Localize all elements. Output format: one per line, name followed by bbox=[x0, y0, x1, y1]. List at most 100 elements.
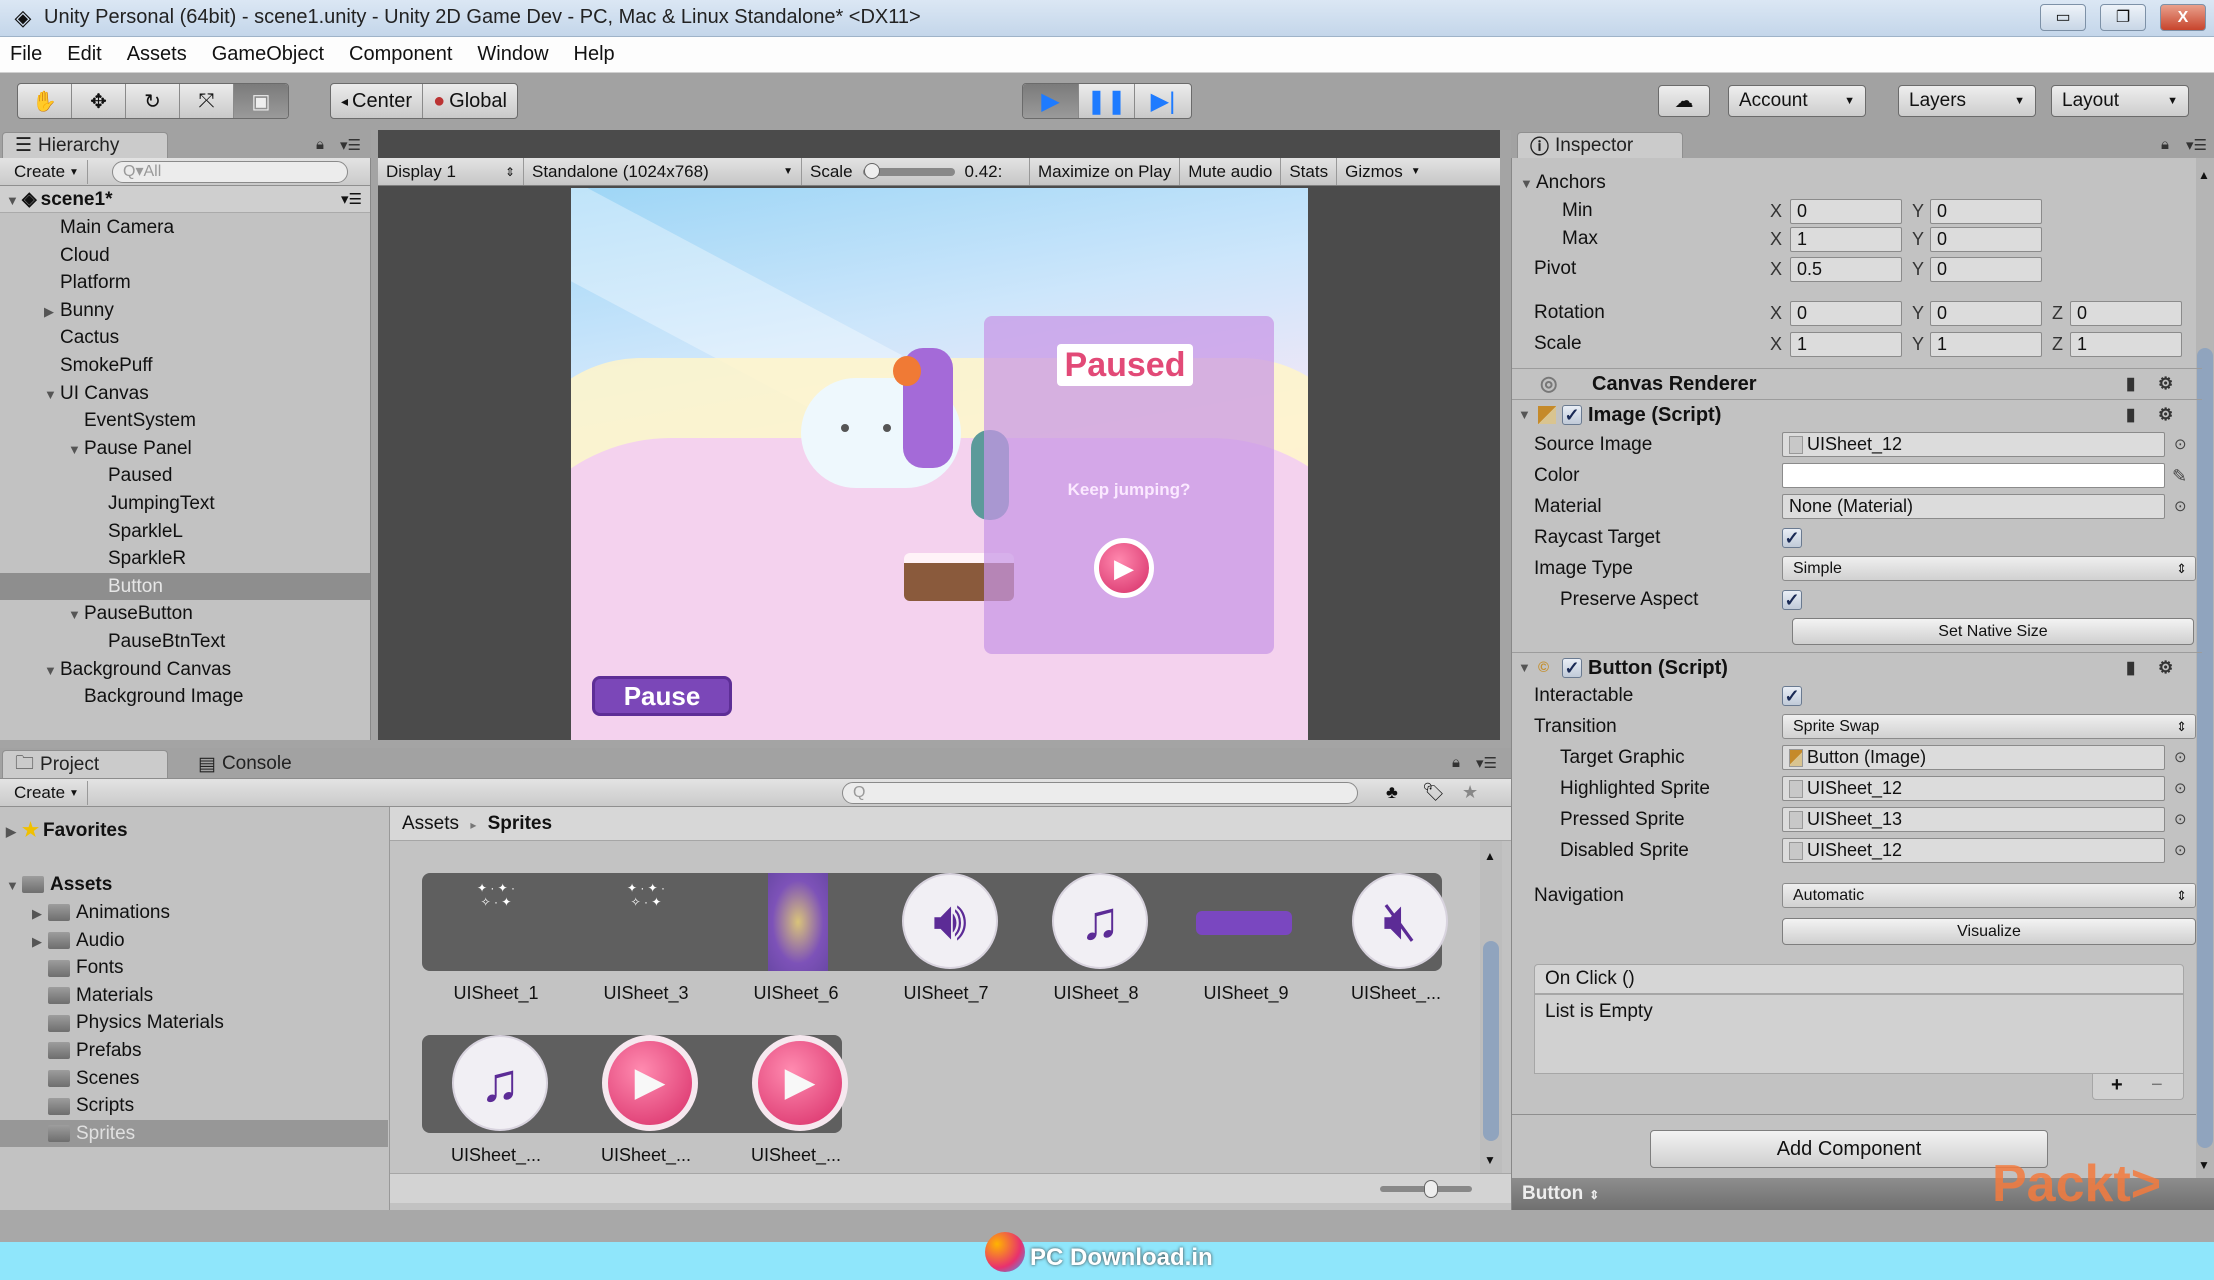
stats-toggle[interactable]: Stats bbox=[1281, 158, 1338, 185]
game-canvas[interactable]: Paused Keep jumping? ▶ Pause bbox=[571, 188, 1308, 740]
lock-icon[interactable]: 🔒︎ bbox=[1452, 754, 1460, 771]
scene-root[interactable]: ▼ ◈ scene1* ▾☰ bbox=[0, 186, 370, 213]
minimize-button[interactable]: ▭ bbox=[2040, 4, 2086, 31]
expand-arrow-icon[interactable]: ▼ bbox=[68, 601, 84, 628]
folder-item[interactable]: Sprites bbox=[0, 1119, 388, 1147]
anchor-max-x-field[interactable]: 1 bbox=[1790, 227, 1902, 252]
folder-item[interactable]: ▶ Audio bbox=[0, 927, 388, 954]
tab-inspector[interactable]: ⓘ Inspector bbox=[1517, 132, 1683, 158]
image-enabled-checkbox[interactable]: ✓ bbox=[1562, 405, 1582, 425]
hierarchy-item[interactable]: ▶ Bunny bbox=[0, 297, 370, 324]
filter-by-type-icon[interactable]: ♣ bbox=[1386, 782, 1398, 803]
object-picker-icon[interactable]: ⊙ bbox=[2174, 805, 2187, 835]
favorite-star-icon[interactable]: ★ bbox=[1462, 782, 1478, 803]
move-tool-icon[interactable]: ✥ bbox=[72, 84, 126, 118]
button-script-header[interactable]: ▼ © ✓ Button (Script) ▮ ⚙ bbox=[1512, 652, 2202, 682]
hand-tool-icon[interactable]: ✋ bbox=[18, 84, 72, 118]
source-image-field[interactable]: UISheet_12 bbox=[1782, 432, 2165, 457]
object-picker-icon[interactable]: ⊙ bbox=[2174, 743, 2187, 773]
project-create-button[interactable]: Create ▼ bbox=[6, 781, 88, 805]
button-enabled-checkbox[interactable]: ✓ bbox=[1562, 658, 1582, 678]
folder-item[interactable]: Physics Materials bbox=[0, 1009, 388, 1036]
object-picker-icon[interactable]: ⊙ bbox=[2174, 836, 2187, 866]
project-search-input[interactable]: Q bbox=[842, 782, 1358, 804]
scrollbar-thumb[interactable] bbox=[1483, 941, 1499, 1141]
hierarchy-item[interactable]: Background Image bbox=[0, 683, 370, 710]
scene-menu-icon[interactable]: ▾☰ bbox=[341, 186, 362, 213]
hierarchy-item[interactable]: ▼ PauseButton bbox=[0, 600, 370, 627]
scale-x-field[interactable]: 1 bbox=[1790, 332, 1902, 357]
folder-item[interactable]: Materials bbox=[0, 982, 388, 1009]
layers-dropdown[interactable]: Layers ▼ bbox=[1898, 85, 2036, 117]
expand-arrow-icon[interactable]: ▼ bbox=[44, 657, 60, 684]
folder-item[interactable]: Scenes bbox=[0, 1065, 388, 1092]
layout-dropdown[interactable]: Layout ▼ bbox=[2051, 85, 2189, 117]
pause-button[interactable]: ❚❚ bbox=[1079, 84, 1135, 118]
pivot-x-field[interactable]: 0.5 bbox=[1790, 257, 1902, 282]
step-button[interactable]: ▶| bbox=[1135, 84, 1191, 118]
anchor-max-y-field[interactable]: 0 bbox=[1930, 227, 2042, 252]
scale-y-field[interactable]: 1 bbox=[1930, 332, 2042, 357]
object-picker-icon[interactable]: ⊙ bbox=[2174, 492, 2187, 522]
icon-size-slider-handle[interactable] bbox=[1423, 1180, 1438, 1198]
disabled-sprite-field[interactable]: UISheet_12 bbox=[1782, 838, 2165, 863]
breadcrumb-sprites[interactable]: Sprites bbox=[488, 813, 552, 834]
hierarchy-item[interactable]: SparkleR bbox=[0, 545, 370, 572]
panel-menu-icon[interactable]: ▾☰ bbox=[2186, 136, 2207, 154]
hierarchy-item[interactable]: PauseBtnText bbox=[0, 628, 370, 655]
image-type-dropdown[interactable]: Simple ⇕ bbox=[1782, 556, 2196, 581]
material-field[interactable]: None (Material) bbox=[1782, 494, 2165, 519]
maximize-on-play-toggle[interactable]: Maximize on Play bbox=[1030, 158, 1181, 185]
hierarchy-item[interactable]: SmokePuff bbox=[0, 352, 370, 379]
rotation-x-field[interactable]: 0 bbox=[1790, 301, 1902, 326]
color-swatch[interactable] bbox=[1782, 463, 2165, 488]
menu-edit[interactable]: Edit bbox=[67, 43, 101, 66]
expand-arrow-icon[interactable]: ▼ bbox=[44, 381, 60, 408]
menu-assets[interactable]: Assets bbox=[127, 43, 187, 66]
favorites-row[interactable]: ▶ ★ Favorites bbox=[0, 817, 388, 844]
account-dropdown[interactable]: Account ▼ bbox=[1728, 85, 1866, 117]
hierarchy-item[interactable]: EventSystem bbox=[0, 407, 370, 434]
remove-event-button[interactable]: − bbox=[2151, 1074, 2163, 1097]
folder-item[interactable]: Prefabs bbox=[0, 1037, 388, 1064]
hierarchy-item[interactable]: ▼ UI Canvas bbox=[0, 380, 370, 407]
canvas-renderer-header[interactable]: ◎ Canvas Renderer ▮ ⚙ bbox=[1512, 368, 2202, 398]
gear-icon[interactable]: ⚙ bbox=[2158, 653, 2173, 683]
hierarchy-item[interactable]: Platform bbox=[0, 269, 370, 296]
scroll-up-icon[interactable]: ▲ bbox=[1484, 849, 1496, 863]
scale-z-field[interactable]: 1 bbox=[2070, 332, 2182, 357]
anchors-row[interactable]: ▼ Anchors bbox=[1512, 168, 2192, 198]
rect-tool-icon[interactable]: ▣ bbox=[234, 84, 288, 118]
pressed-sprite-field[interactable]: UISheet_13 bbox=[1782, 807, 2165, 832]
help-book-icon[interactable]: ▮ bbox=[2126, 653, 2135, 683]
lock-icon[interactable]: 🔒︎ bbox=[2161, 136, 2169, 153]
raycast-checkbox[interactable]: ✓ bbox=[1782, 528, 1802, 548]
play-button[interactable]: ▶ bbox=[1023, 84, 1079, 118]
anchor-min-x-field[interactable]: 0 bbox=[1790, 199, 1902, 224]
scrollbar-thumb[interactable] bbox=[2197, 348, 2213, 1148]
restore-button[interactable]: ❐ bbox=[2100, 4, 2146, 31]
hierarchy-item[interactable]: Paused bbox=[0, 462, 370, 489]
tab-hierarchy[interactable]: ☰ Hierarchy bbox=[2, 132, 168, 158]
asset-scrollbar[interactable]: ▲ ▼ bbox=[1480, 841, 1502, 1173]
scale-tool-icon[interactable]: ⤧ bbox=[180, 84, 234, 118]
cloud-button[interactable]: ☁ bbox=[1658, 85, 1710, 117]
target-graphic-field[interactable]: Button (Image) bbox=[1782, 745, 2165, 770]
expand-arrow-icon[interactable]: ▶ bbox=[44, 298, 60, 325]
scale-slider-handle[interactable] bbox=[863, 162, 880, 179]
tab-project[interactable]: 🗀 Project bbox=[2, 750, 168, 778]
help-book-icon[interactable]: ▮ bbox=[2126, 369, 2135, 399]
add-component-button[interactable]: Add Component bbox=[1650, 1130, 2048, 1168]
image-script-header[interactable]: ▼ ✓ Image (Script) ▮ ⚙ bbox=[1512, 399, 2202, 429]
folder-item[interactable]: Fonts bbox=[0, 954, 388, 981]
navigation-dropdown[interactable]: Automatic ⇕ bbox=[1782, 883, 2196, 908]
panel-menu-icon[interactable]: ▾☰ bbox=[340, 136, 361, 154]
object-picker-icon[interactable]: ⊙ bbox=[2174, 430, 2187, 460]
hierarchy-search-input[interactable]: Q▾All bbox=[112, 161, 348, 183]
hierarchy-item[interactable]: JumpingText bbox=[0, 490, 370, 517]
folder-item[interactable]: ▶ Animations bbox=[0, 899, 388, 926]
hierarchy-create-button[interactable]: Create ▼ bbox=[6, 160, 88, 184]
set-native-size-button[interactable]: Set Native Size bbox=[1792, 618, 2194, 645]
add-event-button[interactable]: + bbox=[2111, 1074, 2123, 1097]
preserve-aspect-checkbox[interactable]: ✓ bbox=[1782, 590, 1802, 610]
